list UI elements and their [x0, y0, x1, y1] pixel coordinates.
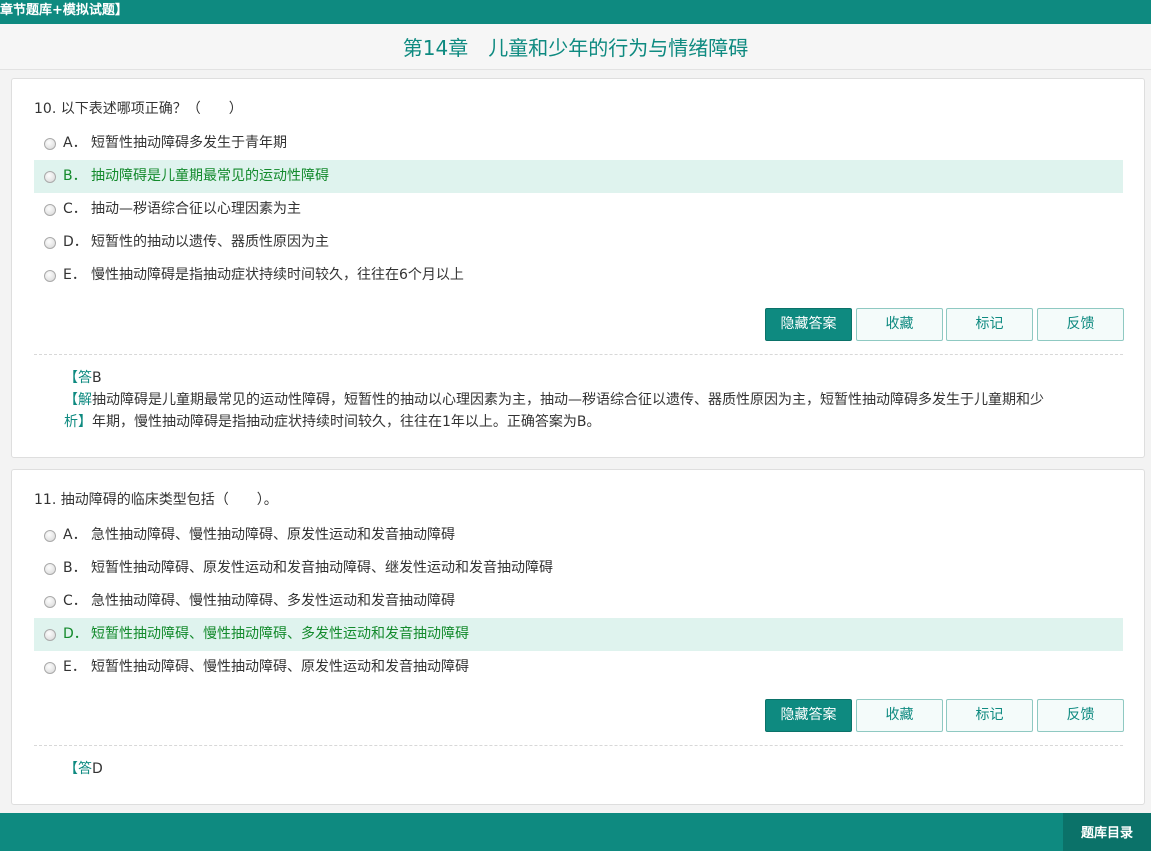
- option-text: 急性抽动障碍、慢性抽动障碍、原发性运动和发音抽动障碍: [91, 527, 455, 543]
- chapter-title-bar: 第14章 儿童和少年的行为与情绪障碍: [0, 24, 1151, 70]
- option-letter: D．: [63, 234, 88, 250]
- bottom-bar: 题库目录: [0, 813, 1151, 851]
- favorite-button[interactable]: 收藏: [856, 308, 943, 341]
- option-letter: C．: [63, 201, 87, 217]
- radio-button[interactable]: [44, 629, 56, 641]
- option-b[interactable]: B． 抽动障碍是儿童期最常见的运动性障碍: [34, 160, 1123, 193]
- option-a[interactable]: A． 急性抽动障碍、慢性抽动障碍、原发性运动和发音抽动障碍: [34, 519, 1123, 552]
- favorite-button[interactable]: 收藏: [856, 699, 943, 732]
- chapter-title: 第14章 儿童和少年的行为与情绪障碍: [402, 36, 749, 60]
- hide-answer-button[interactable]: 隐藏答案: [765, 308, 852, 341]
- answer-value: D: [92, 761, 103, 777]
- question-card-11: 11. 抽动障碍的临床类型包括（ ）。 A． 急性抽动障碍、慢性抽动障碍、原发性…: [11, 469, 1145, 805]
- option-letter: E．: [63, 267, 86, 283]
- explanation-label: 【解: [64, 392, 92, 408]
- option-a[interactable]: A． 短暂性抽动障碍多发生于青年期: [34, 127, 1123, 160]
- option-letter: E．: [63, 659, 86, 675]
- radio-button[interactable]: [44, 596, 56, 608]
- option-text: 短暂性抽动障碍、慢性抽动障碍、多发性运动和发音抽动障碍: [91, 626, 469, 642]
- option-d[interactable]: D． 短暂性的抽动以遗传、器质性原因为主: [34, 226, 1123, 259]
- option-letter: A．: [63, 527, 87, 543]
- option-e[interactable]: E． 短暂性抽动障碍、慢性抽动障碍、原发性运动和发音抽动障碍: [34, 651, 1123, 684]
- feedback-button[interactable]: 反馈: [1037, 699, 1124, 732]
- question-catalog-button[interactable]: 题库目录: [1063, 813, 1151, 851]
- option-e[interactable]: E． 慢性抽动障碍是指抽动症状持续时间较久，往往在6个月以上: [34, 259, 1123, 292]
- option-letter: C．: [63, 593, 87, 609]
- option-text: 短暂性抽动障碍、原发性运动和发音抽动障碍、继发性运动和发音抽动障碍: [91, 560, 553, 576]
- option-letter: B．: [63, 560, 87, 576]
- radio-button[interactable]: [44, 171, 56, 183]
- explanation-label: 析】: [64, 414, 92, 430]
- radio-button[interactable]: [44, 237, 56, 249]
- divider: [34, 354, 1123, 355]
- top-breadcrumb-bar: 章节题库+模拟试题】: [0, 0, 1151, 24]
- option-letter: A．: [63, 135, 87, 151]
- option-text: 抽动—秽语综合征以心理因素为主: [91, 201, 301, 217]
- option-text: 慢性抽动障碍是指抽动症状持续时间较久，往往在6个月以上: [91, 267, 464, 283]
- answer-line: 【答D: [64, 758, 103, 780]
- radio-button[interactable]: [44, 563, 56, 575]
- answer-label: 【答: [64, 761, 92, 777]
- question-stem: 11. 抽动障碍的临床类型包括（ ）。: [34, 492, 278, 508]
- explanation-text: 抽动障碍是儿童期最常见的运动性障碍，短暂性的抽动以心理因素为主，抽动—秽语综合征…: [92, 392, 1044, 408]
- radio-button[interactable]: [44, 530, 56, 542]
- radio-button[interactable]: [44, 662, 56, 674]
- mark-button[interactable]: 标记: [946, 699, 1033, 732]
- question-card-10: 10. 以下表述哪项正确？（ ） A． 短暂性抽动障碍多发生于青年期 B． 抽动…: [11, 78, 1145, 458]
- explanation-line-1: 【解抽动障碍是儿童期最常见的运动性障碍，短暂性的抽动以心理因素为主，抽动—秽语综…: [64, 389, 1114, 411]
- option-text: 短暂性的抽动以遗传、器质性原因为主: [91, 234, 329, 250]
- radio-button[interactable]: [44, 204, 56, 216]
- option-letter: D．: [63, 626, 88, 642]
- answer-line: 【答B: [64, 367, 102, 389]
- divider: [34, 745, 1123, 746]
- explanation-line-2: 析】年期，慢性抽动障碍是指抽动症状持续时间较久，往往在1年以上。正确答案为B。: [64, 411, 1114, 433]
- explanation-block: 【解抽动障碍是儿童期最常见的运动性障碍，短暂性的抽动以心理因素为主，抽动—秽语综…: [64, 389, 1114, 433]
- option-text: 短暂性抽动障碍多发生于青年期: [91, 135, 287, 151]
- option-c[interactable]: C． 急性抽动障碍、慢性抽动障碍、多发性运动和发音抽动障碍: [34, 585, 1123, 618]
- option-b[interactable]: B． 短暂性抽动障碍、原发性运动和发音抽动障碍、继发性运动和发音抽动障碍: [34, 552, 1123, 585]
- option-d[interactable]: D． 短暂性抽动障碍、慢性抽动障碍、多发性运动和发音抽动障碍: [34, 618, 1123, 651]
- option-c[interactable]: C． 抽动—秽语综合征以心理因素为主: [34, 193, 1123, 226]
- feedback-button[interactable]: 反馈: [1037, 308, 1124, 341]
- radio-button[interactable]: [44, 270, 56, 282]
- option-text: 短暂性抽动障碍、慢性抽动障碍、原发性运动和发音抽动障碍: [91, 659, 469, 675]
- hide-answer-button[interactable]: 隐藏答案: [765, 699, 852, 732]
- option-letter: B．: [63, 168, 87, 184]
- radio-button[interactable]: [44, 138, 56, 150]
- option-text: 抽动障碍是儿童期最常见的运动性障碍: [91, 168, 329, 184]
- top-breadcrumb-text: 章节题库+模拟试题】: [0, 3, 128, 18]
- mark-button[interactable]: 标记: [946, 308, 1033, 341]
- answer-label: 【答: [64, 370, 92, 386]
- option-text: 急性抽动障碍、慢性抽动障碍、多发性运动和发音抽动障碍: [91, 593, 455, 609]
- question-stem: 10. 以下表述哪项正确？（ ）: [34, 101, 243, 117]
- answer-value: B: [92, 370, 102, 386]
- explanation-text: 年期，慢性抽动障碍是指抽动症状持续时间较久，往往在1年以上。正确答案为B。: [92, 414, 601, 430]
